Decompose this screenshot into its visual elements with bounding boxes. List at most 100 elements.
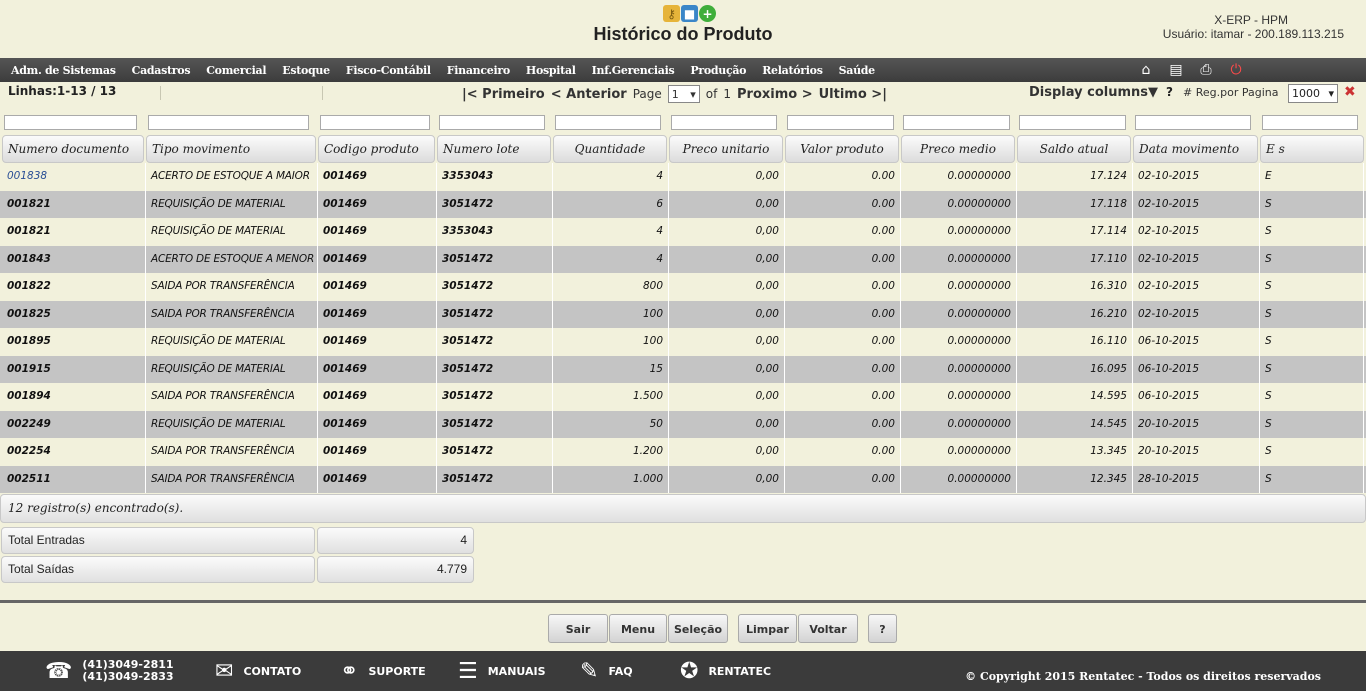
display-columns-button[interactable]: Display columns▼ [1029,85,1158,100]
filter-numero-lote[interactable] [439,115,545,130]
limpar-button[interactable]: Limpar [738,614,797,643]
menu-button[interactable]: Menu [609,614,667,643]
menu-item-saude[interactable]: Saúde [831,58,883,82]
cell-numero-documento[interactable]: 001915 [2,355,146,383]
cell-numero-documento[interactable]: 002254 [2,438,146,466]
col-codigo-produto[interactable]: Codigo produto [318,135,435,163]
sair-button[interactable]: Sair [548,614,608,643]
records-per-page-select[interactable]: 1000 ▾ [1288,84,1338,103]
cell-tipo-movimento: SAIDA POR TRANSFERÊNCIA [146,273,318,301]
footer-contato-link[interactable]: ✉ CONTATO [215,651,301,691]
cell-numero-documento[interactable]: 002249 [2,410,146,438]
page-title: Histórico do Produto [593,24,773,44]
col-preco-medio[interactable]: Preco medio [901,135,1015,163]
filter-data-movimento[interactable] [1135,115,1251,130]
print-icon[interactable]: ⎙ [1196,60,1216,80]
table-row[interactable]: 002511 SAIDA POR TRANSFERÊNCIA 001469 30514… [0,465,1366,493]
table-row[interactable]: 002249 REQUISIÇÃO DE MATERIAL 001469 305147… [0,410,1366,438]
cell-numero-documento[interactable]: 001843 [2,245,146,273]
selecao-button[interactable]: Seleção [668,614,728,643]
cell-valor-produto: 0.00 [785,410,901,438]
cell-codigo-produto: 001469 [318,438,437,466]
table-row[interactable]: 001825 SAIDA POR TRANSFERÊNCIA 001469 30514… [0,300,1366,328]
menu-item-estoque[interactable]: Estoque [274,58,338,82]
footer-suporte-link[interactable]: ⚭ SUPORTE [340,651,426,691]
filter-es[interactable] [1262,115,1358,130]
table-row[interactable]: 001822 SAIDA POR TRANSFERÊNCIA 001469 30514… [0,273,1366,301]
footer-faq-link[interactable]: ✎ FAQ [580,651,633,691]
table-row[interactable]: 001915 REQUISIÇÃO DE MATERIAL 001469 305147… [0,355,1366,383]
clear-filter-icon[interactable]: ✖ [1344,84,1356,100]
home-icon[interactable]: ⌂ [1136,60,1156,80]
filter-preco-medio[interactable] [903,115,1010,130]
col-saldo-atual[interactable]: Saldo atual [1017,135,1131,163]
table-row[interactable]: 001838 ACERTO DE ESTOQUE A MAIOR 001469 335… [0,163,1366,191]
cell-data-movimento: 06-10-2015 [1133,355,1260,383]
table-row[interactable]: 001894 SAIDA POR TRANSFERÊNCIA 001469 30514… [0,383,1366,411]
cell-numero-documento[interactable]: 001821 [2,218,146,246]
menu-item-relatorios[interactable]: Relatórios [754,58,830,82]
next-page-link[interactable]: Proximo > [737,87,813,102]
col-numero-documento[interactable]: Numero documento [2,135,144,163]
filter-codigo-produto[interactable] [320,115,430,130]
filter-preco-unitario[interactable] [671,115,777,130]
footer-manuais-link[interactable]: ☰ MANUAIS [458,651,546,691]
cell-numero-documento[interactable]: 001825 [2,300,146,328]
menu-item-financeiro[interactable]: Financeiro [439,58,518,82]
cell-quantidade: 50 [553,410,669,438]
cell-numero-documento[interactable]: 001895 [2,328,146,356]
cell-numero-documento[interactable]: 001822 [2,273,146,301]
table-row[interactable]: 001895 REQUISIÇÃO DE MATERIAL 001469 305147… [0,328,1366,356]
cell-numero-documento[interactable]: 001894 [2,383,146,411]
cell-valor-produto: 0.00 [785,465,901,493]
cell-codigo-produto: 001469 [318,328,437,356]
cell-numero-documento[interactable]: 002511 [2,465,146,493]
filter-tipo-movimento[interactable] [148,115,309,130]
menu-item-producao[interactable]: Produção [682,58,754,82]
table-row[interactable]: 002254 SAIDA POR TRANSFERÊNCIA 001469 30514… [0,438,1366,466]
table-row[interactable]: 001843 ACERTO DE ESTOQUE A MENOR 001469 305… [0,245,1366,273]
main-menu-bar: Adm. de Sistemas Cadastros Comercial Est… [0,58,1366,82]
page-navigation: |< Primeiro < Anterior Page 1 ▾ of 1 Prox… [462,85,887,103]
menu-item-adm-sistemas[interactable]: Adm. de Sistemas [3,58,124,82]
keys-icon[interactable]: ⚷ [663,5,680,22]
col-tipo-movimento[interactable]: Tipo movimento [146,135,316,163]
power-icon[interactable]: ⏻ [1226,60,1246,80]
cell-numero-documento[interactable]: 001838 [2,163,146,191]
col-es[interactable]: E s [1260,135,1364,163]
filter-numero-documento[interactable] [4,115,137,130]
filter-valor-produto[interactable] [787,115,894,130]
table-row[interactable]: 001821 REQUISIÇÃO DE MATERIAL 001469 305147… [0,190,1366,218]
first-page-link[interactable]: |< Primeiro [462,87,545,102]
filter-quantidade[interactable] [555,115,661,130]
add-icon[interactable]: + [699,5,716,22]
menu-item-fisco-contabil[interactable]: Fisco-Contábil [338,58,439,82]
footer-rentatec-link[interactable]: ✪ RENTATEC [680,651,771,691]
page-select[interactable]: 1 ▾ [667,85,700,103]
cell-numero-documento[interactable]: 001821 [2,190,146,218]
section-divider [0,600,1366,603]
col-preco-unitario[interactable]: Preco unitario [669,135,783,163]
folder-icon[interactable]: ■ [681,5,698,22]
previous-page-link[interactable]: < Anterior [551,87,627,102]
voltar-button[interactable]: Voltar [798,614,858,643]
menu-item-comercial[interactable]: Comercial [198,58,274,82]
help-button[interactable]: ? [868,614,897,643]
total-saidas-label: Total Saídas [1,556,315,583]
col-valor-produto[interactable]: Valor produto [785,135,899,163]
menu-item-hospital[interactable]: Hospital [518,58,584,82]
cell-quantidade: 100 [553,300,669,328]
pager-help-button[interactable]: ? [1166,85,1173,99]
col-quantidade[interactable]: Quantidade [553,135,667,163]
col-numero-lote[interactable]: Numero lote [437,135,551,163]
cell-valor-produto: 0.00 [785,383,901,411]
document-icon[interactable]: ▤ [1166,60,1186,80]
cell-codigo-produto: 001469 [318,383,437,411]
cell-es: E [1260,163,1364,191]
last-page-link[interactable]: Ultimo >| [819,87,887,102]
menu-item-cadastros[interactable]: Cadastros [124,58,199,82]
filter-saldo-atual[interactable] [1019,115,1126,130]
table-row[interactable]: 001821 REQUISIÇÃO DE MATERIAL 001469 335304… [0,218,1366,246]
menu-item-inf-gerenciais[interactable]: Inf.Gerenciais [584,58,683,82]
col-data-movimento[interactable]: Data movimento [1133,135,1258,163]
